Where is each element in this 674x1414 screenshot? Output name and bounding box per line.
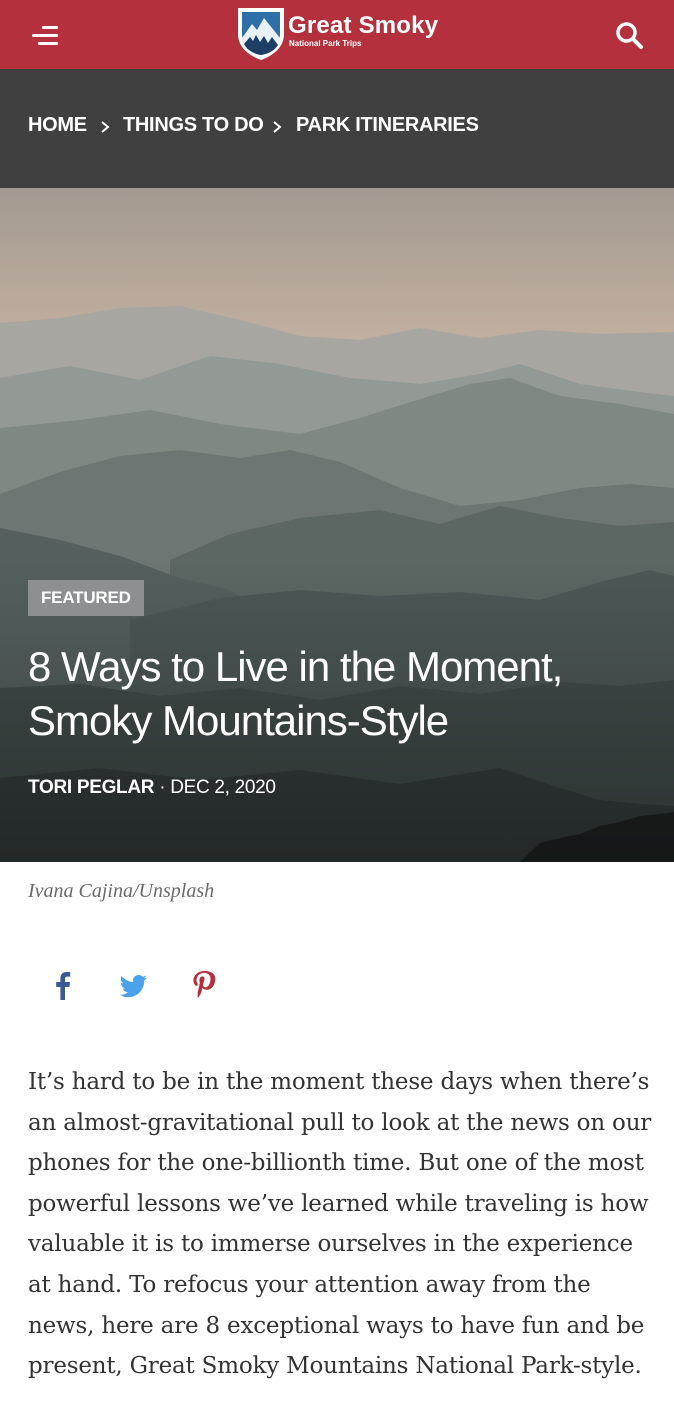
mountain-shield-logo-icon [238,8,284,60]
featured-badge[interactable]: FEATURED [28,580,144,616]
hero-mountain-image [0,188,674,862]
site-header: Great Smoky National Park Trips [0,0,674,69]
hamburger-menu-icon[interactable] [28,22,64,48]
pinterest-icon[interactable] [188,968,220,1002]
chevron-right-icon [101,121,110,133]
search-icon[interactable] [614,20,644,50]
byline-separator: · [159,777,166,798]
publish-date: DEC 2, 2020 [170,777,276,798]
photo-credit: Ivana Cajina/Unsplash [28,880,215,902]
breadcrumb: HOME THINGS TO DO PARK ITINERARIES [0,69,674,188]
breadcrumb-things-to-do[interactable]: THINGS TO DO [123,114,264,137]
chevron-right-icon [273,121,282,133]
article-intro-paragraph: It’s hard to be in the moment these days… [28,1069,652,1380]
twitter-icon[interactable] [117,968,149,1002]
author-name[interactable]: TORI PEGLAR [28,777,155,798]
breadcrumb-home[interactable]: HOME [28,114,87,137]
logo-subtitle: National Park Trips [289,39,362,48]
article-title: 8 Ways to Live in the Moment, Smoky Moun… [28,643,563,744]
breadcrumb-park-itineraries[interactable]: PARK ITINERARIES [296,114,479,137]
article-byline: TORI PEGLAR · DEC 2, 2020 [28,777,276,799]
facebook-icon[interactable] [47,968,79,1002]
site-logo[interactable]: Great Smoky National Park Trips [234,4,444,62]
hero-banner: FEATURED 8 Ways to Live in the Moment, S… [0,188,674,862]
logo-title: Great Smoky [288,12,439,39]
